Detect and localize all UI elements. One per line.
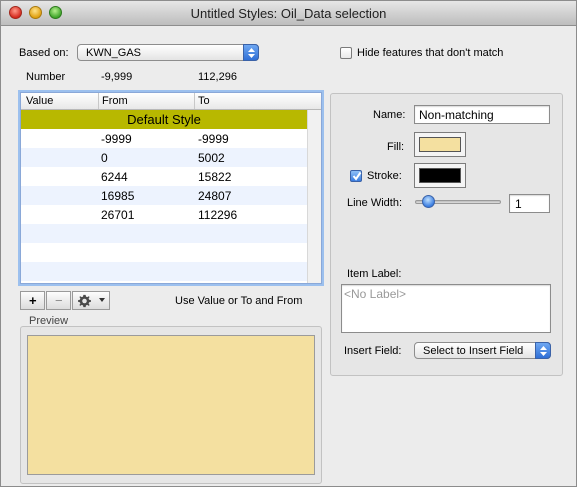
- cell-to: -9999: [198, 132, 229, 146]
- insert-field-popup[interactable]: Select to Insert Field: [414, 342, 551, 359]
- column-divider: [194, 93, 195, 109]
- column-divider: [98, 93, 99, 109]
- table-header: Value From To: [21, 93, 321, 110]
- column-header-value[interactable]: Value: [26, 95, 53, 107]
- chevron-down-icon: [98, 295, 106, 308]
- table-row[interactable]: 26701 112296: [21, 205, 307, 224]
- popup-arrows-icon: [243, 44, 259, 61]
- plus-icon: +: [29, 293, 37, 308]
- table-row[interactable]: 6244 15822: [21, 167, 307, 186]
- cell-to: 112296: [198, 208, 238, 222]
- line-width-label: Line Width:: [347, 197, 403, 209]
- style-ranges-table[interactable]: Value From To Default Style -9999 -9999 …: [20, 92, 322, 284]
- range-field-name: Number: [26, 71, 66, 83]
- range-min: -9,999: [101, 71, 133, 83]
- preview-box: [20, 326, 322, 484]
- based-on-value: KWN_GAS: [86, 47, 142, 59]
- name-field[interactable]: Non-matching: [414, 105, 550, 124]
- gear-icon: [77, 294, 92, 311]
- title-bar: Untitled Styles: Oil_Data selection: [1, 1, 576, 26]
- cell-to: 5002: [198, 151, 225, 165]
- item-label-label: Item Label:: [347, 268, 402, 280]
- cell-from: 0: [101, 151, 108, 165]
- hide-features-checkbox[interactable]: [340, 47, 352, 59]
- add-style-button[interactable]: +: [20, 291, 45, 310]
- table-row-default-style[interactable]: Default Style: [21, 110, 307, 129]
- insert-field-value: Select to Insert Field: [423, 345, 524, 357]
- minus-icon: −: [55, 293, 63, 308]
- item-label-field[interactable]: <No Label>: [341, 284, 551, 333]
- table-row-empty: [21, 262, 307, 281]
- line-width-slider-knob[interactable]: [422, 195, 435, 208]
- stroke-color-swatch: [419, 168, 461, 183]
- window-title: Untitled Styles: Oil_Data selection: [190, 6, 387, 21]
- stroke-label: Stroke:: [367, 170, 402, 182]
- table-hint-text: Use Value or To and From: [175, 295, 303, 307]
- stroke-color-well[interactable]: [414, 163, 466, 188]
- remove-style-button[interactable]: −: [46, 291, 71, 310]
- range-max: 112,296: [198, 71, 237, 83]
- column-header-from[interactable]: From: [102, 95, 128, 107]
- based-on-popup[interactable]: KWN_GAS: [77, 44, 259, 61]
- item-label-placeholder: <No Label>: [344, 287, 407, 301]
- cell-from: 26701: [101, 208, 135, 222]
- style-editor-window: Untitled Styles: Oil_Data selection Base…: [0, 0, 577, 487]
- default-style-label: Default Style: [127, 112, 201, 127]
- table-row[interactable]: 16985 24807: [21, 186, 307, 205]
- cell-from: 16985: [101, 189, 135, 203]
- insert-field-label: Insert Field:: [344, 345, 402, 357]
- table-row[interactable]: -9999 -9999: [21, 129, 307, 148]
- table-row-empty: [21, 243, 307, 262]
- table-row-empty: [21, 224, 307, 243]
- cell-to: 15822: [198, 170, 232, 184]
- table-vertical-scrollbar[interactable]: [307, 110, 321, 283]
- line-width-field[interactable]: 1: [509, 194, 550, 213]
- based-on-label: Based on:: [19, 47, 69, 59]
- checkmark-icon: [352, 171, 362, 181]
- column-header-to[interactable]: To: [198, 95, 210, 107]
- cell-from: 6244: [101, 170, 128, 184]
- line-width-value: 1: [515, 197, 522, 211]
- stroke-checkbox[interactable]: [350, 170, 362, 182]
- name-label: Name:: [373, 109, 406, 121]
- fill-color-swatch: [419, 137, 461, 152]
- name-field-value: Non-matching: [419, 108, 494, 122]
- action-menu-button[interactable]: [72, 291, 110, 310]
- popup-arrows-icon: [535, 342, 551, 359]
- fill-color-well[interactable]: [414, 132, 466, 157]
- hide-features-label: Hide features that don't match: [357, 47, 504, 59]
- cell-from: -9999: [101, 132, 132, 146]
- fill-label: Fill:: [387, 141, 405, 153]
- preview-swatch: [27, 335, 315, 475]
- cell-to: 24807: [198, 189, 232, 203]
- table-row[interactable]: 0 5002: [21, 148, 307, 167]
